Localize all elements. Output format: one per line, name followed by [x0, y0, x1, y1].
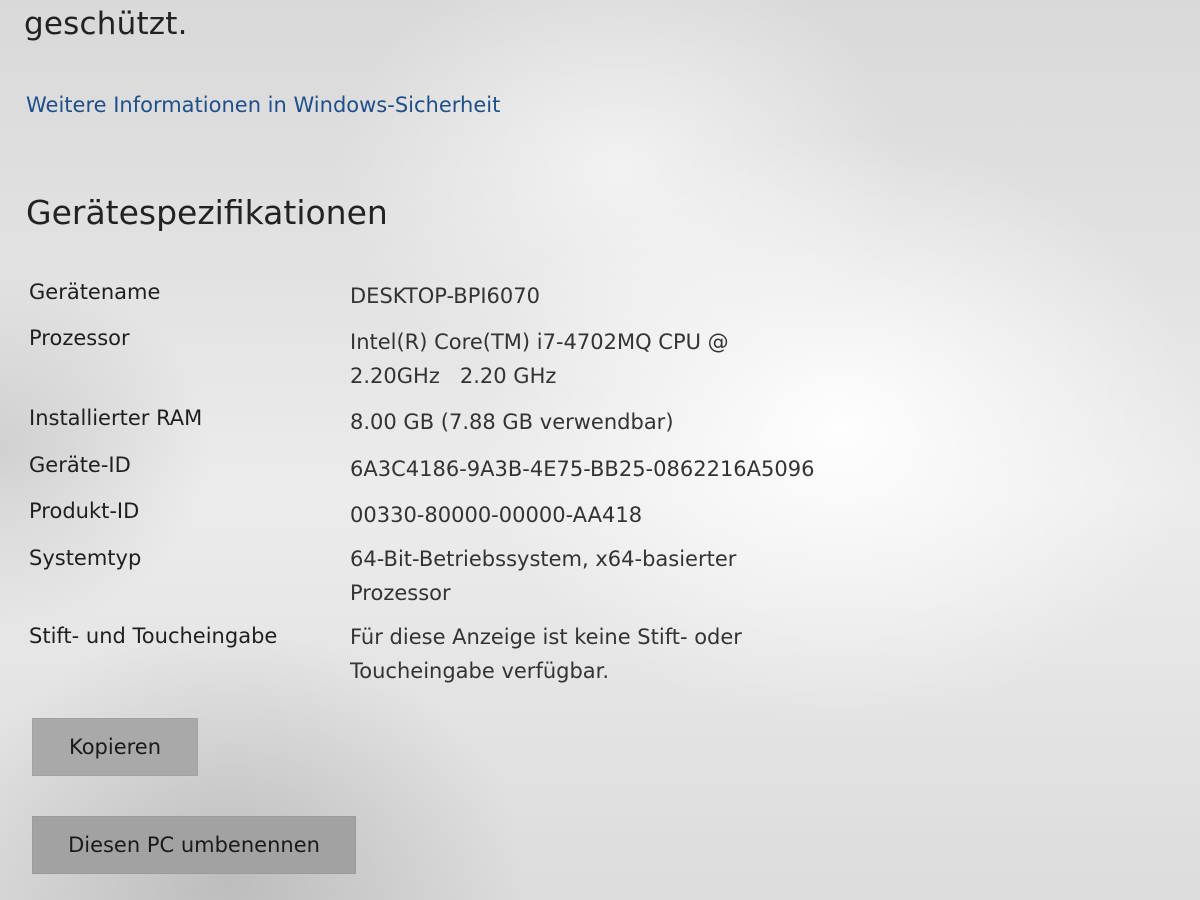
spec-value: 6A3C4186-9A3B-4E75-BB25-0862216A5096	[350, 457, 815, 481]
rename-pc-button[interactable]: Diesen PC umbenennen	[32, 816, 356, 874]
spec-label: Prozessor	[29, 326, 130, 350]
windows-security-link[interactable]: Weitere Informationen in Windows-Sicherh…	[26, 93, 500, 117]
section-title-device-specs: Gerätespezifikationen	[26, 193, 388, 232]
spec-value: Intel(R) Core(TM) i7-4702MQ CPU @ 2.20GH…	[350, 330, 736, 388]
spec-value: 00330-80000-00000-AA418	[350, 503, 643, 527]
spec-value: 64-Bit-Betriebssystem, x64-basierter Pro…	[350, 547, 737, 605]
protected-status-text: geschützt.	[24, 6, 188, 42]
spec-label: Stift- und Toucheingabe	[29, 624, 278, 648]
spec-label: Produkt-ID	[29, 499, 140, 523]
spec-value: Für diese Anzeige ist keine Stift- oder …	[350, 625, 742, 683]
spec-label: Installierter RAM	[29, 406, 203, 430]
spec-value: DESKTOP-BPI6070	[350, 284, 541, 308]
spec-value: 8.00 GB (7.88 GB verwendbar)	[350, 410, 674, 434]
spec-label: Systemtyp	[29, 546, 142, 570]
copy-button[interactable]: Kopieren	[32, 718, 198, 776]
spec-label: Geräte-ID	[29, 453, 131, 477]
spec-label: Gerätename	[29, 280, 161, 304]
